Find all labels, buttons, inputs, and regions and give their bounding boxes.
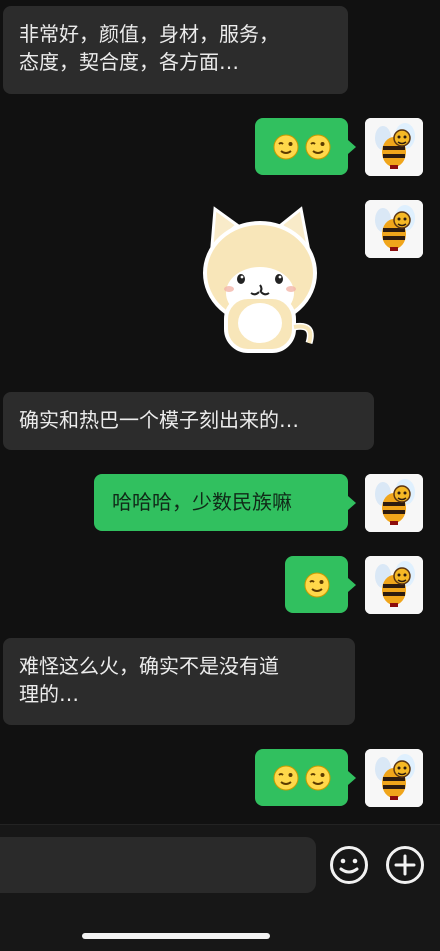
- avatar[interactable]: [365, 556, 423, 614]
- message-input[interactable]: [0, 837, 316, 893]
- received-message-2[interactable]: 确实和热巴一个模子刻出来的…: [3, 392, 374, 450]
- received-message-3[interactable]: 难怪这么火，确实不是没有道 理的…: [3, 638, 355, 725]
- sent-text-message[interactable]: 哈哈哈，少数民族嘛: [94, 474, 356, 531]
- message-line: 理的…: [19, 682, 79, 706]
- bee-avatar-icon: [365, 749, 423, 807]
- bee-avatar-icon: [365, 556, 423, 614]
- bee-avatar-icon: [365, 200, 423, 258]
- message-line: 难怪这么火，确实不是没有道: [19, 654, 279, 678]
- sent-emoji-message-2[interactable]: [285, 556, 356, 613]
- message-line: 态度，契合度，各方面…: [19, 50, 239, 74]
- bee-avatar-icon: [365, 474, 423, 532]
- wink-smile-icon: [305, 765, 330, 790]
- emoji-row: [255, 118, 348, 175]
- message-line: 确实和热巴一个模子刻出来的…: [19, 408, 299, 432]
- wink-smile-icon: [305, 134, 330, 159]
- composer-bar: [0, 824, 440, 951]
- smile-icon[interactable]: [328, 844, 370, 886]
- message-text: 哈哈哈，少数民族嘛: [112, 490, 292, 514]
- bee-avatar-icon: [365, 118, 423, 176]
- avatar[interactable]: [365, 749, 423, 807]
- cat-sticker[interactable]: [197, 201, 323, 369]
- wink-smile-icon: [304, 572, 329, 597]
- sent-emoji-message-3[interactable]: [255, 749, 356, 806]
- avatar[interactable]: [365, 200, 423, 258]
- message-line: 非常好，颜值，身材，服务，: [19, 22, 279, 46]
- home-indicator: [82, 933, 270, 939]
- received-message-1[interactable]: 非常好，颜值，身材，服务， 态度，契合度，各方面…: [3, 6, 348, 94]
- wink-smile-icon: [273, 134, 298, 159]
- sent-emoji-message-1[interactable]: [255, 118, 356, 175]
- plus-icon[interactable]: [384, 844, 426, 886]
- avatar[interactable]: [365, 474, 423, 532]
- emoji-row: [285, 556, 348, 613]
- chat-area: 非常好，颜值，身材，服务， 态度，契合度，各方面… 确实和热巴一个模子刻出来的……: [0, 0, 440, 824]
- avatar[interactable]: [365, 118, 423, 176]
- emoji-row: [255, 749, 348, 806]
- wink-smile-icon: [273, 765, 298, 790]
